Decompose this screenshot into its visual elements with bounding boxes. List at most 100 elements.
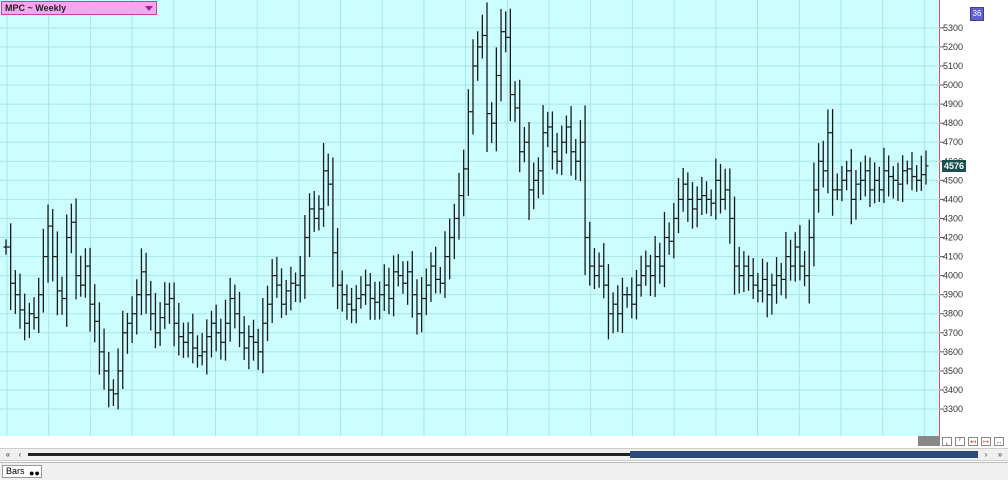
ohlc-bar <box>176 302 182 356</box>
scroll-first-icon[interactable]: « <box>2 449 14 460</box>
y-tick-label: 3600 <box>943 347 963 357</box>
ohlc-bar <box>512 81 518 123</box>
ohlc-bar <box>778 262 784 296</box>
ohlc-bar <box>909 152 915 191</box>
ohlc-bar <box>447 218 453 280</box>
settings-badge-icon[interactable]: 36 <box>970 7 984 21</box>
ohlc-bar <box>783 231 789 299</box>
price-axis: 3300 3400 3500 3600 3700 3800 3900 4000 4100 4200… <box>940 0 1008 436</box>
ohlc-bar <box>816 143 822 213</box>
ohlc-bar <box>475 31 481 81</box>
ohlc-bar <box>405 260 411 305</box>
ohlc-bar <box>419 276 425 333</box>
ohlc-bar <box>531 162 537 210</box>
ohlc-bar <box>732 196 738 295</box>
y-tick-label: 4300 <box>943 213 963 223</box>
ohlc-bar <box>293 272 299 303</box>
ohlc-bar <box>834 173 840 201</box>
time-scrollbar[interactable]: « ‹ › » <box>0 448 1008 461</box>
scroll-thumb[interactable] <box>630 451 978 458</box>
ohlc-bar <box>601 243 607 299</box>
ohlc-bar <box>17 273 23 329</box>
ohlc-bar <box>858 162 864 201</box>
ohlc-bar <box>237 291 243 348</box>
ohlc-bar <box>166 282 172 324</box>
zoom-reset-icon[interactable]: ⌞ <box>942 437 952 446</box>
last-price-badge: 4576 <box>942 159 966 172</box>
ohlc-bar <box>694 186 700 228</box>
ohlc-bar <box>106 352 112 408</box>
ohlc-bar <box>577 120 583 182</box>
chart-title-dropdown[interactable]: MPC ~ Weekly <box>1 1 157 15</box>
y-tick-label: 5300 <box>943 23 963 33</box>
ohlc-bar <box>774 257 780 304</box>
ohlc-bar <box>708 189 714 217</box>
chart-title: MPC ~ Weekly <box>5 3 67 13</box>
ohlc-bar <box>568 106 574 176</box>
ohlc-bar <box>788 239 794 281</box>
ohlc-bar <box>283 279 289 316</box>
scroll-last-icon[interactable]: » <box>994 449 1006 460</box>
scroll-left-icon[interactable]: ‹ <box>14 449 26 460</box>
y-tick-label: 4800 <box>943 118 963 128</box>
dropdown-arrow-icon[interactable] <box>145 6 153 11</box>
ohlc-bar <box>727 168 733 244</box>
ohlc-bar <box>96 302 102 375</box>
ohlc-bar <box>78 255 84 297</box>
ohlc-bar <box>73 198 79 300</box>
ohlc-bar <box>675 177 681 234</box>
ohlc-bar <box>582 105 588 276</box>
ohlc-bar <box>190 313 196 364</box>
pan-left-icon[interactable]: ↤ <box>968 437 978 446</box>
ohlc-bar <box>521 127 527 163</box>
chart-type-tab[interactable]: Bars ●● <box>2 465 42 478</box>
ohlc-bar <box>517 79 523 173</box>
ohlc-bar <box>442 231 448 298</box>
ohlc-bar <box>484 2 490 153</box>
y-tick-label: 3800 <box>943 309 963 319</box>
ohlc-bar <box>8 223 14 311</box>
ohlc-bar <box>736 246 742 294</box>
y-tick-label: 3300 <box>943 404 963 414</box>
ohlc-bar <box>199 332 205 366</box>
ohlc-bar <box>3 239 9 255</box>
expand-icon[interactable]: ↔ <box>994 437 1004 446</box>
ohlc-bar <box>904 160 910 185</box>
y-tick-label: 4000 <box>943 271 963 281</box>
ohlc-bar <box>124 312 130 354</box>
zoom-fit-icon[interactable]: ⌜ <box>955 437 965 446</box>
ohlc-bar <box>367 273 373 320</box>
ohlc-bar <box>629 277 635 319</box>
ohlc-bar <box>50 208 56 282</box>
ohlc-bar <box>844 160 850 191</box>
ohlc-bar <box>746 255 752 291</box>
y-tick-label: 5100 <box>943 61 963 71</box>
price-chart[interactable]: 2023MarMayJulSepNov2024MarMayJulSepNov20… <box>0 0 940 436</box>
chart-window: 2023MarMayJulSepNov2024MarMayJulSepNov20… <box>0 0 1008 480</box>
ohlc-bar <box>414 279 420 335</box>
y-tick-label: 4700 <box>943 137 963 147</box>
ohlc-bar <box>806 219 812 304</box>
ohlc-bar <box>666 222 672 255</box>
ohlc-bar <box>657 242 663 284</box>
ohlc-bar <box>839 165 845 202</box>
ohlc-bar <box>59 276 65 315</box>
y-tick-label: 4100 <box>943 252 963 262</box>
ohlc-bar <box>699 176 705 216</box>
ohlc-bar <box>722 168 728 210</box>
ohlc-bar <box>227 277 233 342</box>
plot-area[interactable]: 2023MarMayJulSepNov2024MarMayJulSepNov20… <box>0 0 940 436</box>
ohlc-bar <box>251 319 257 361</box>
ohlc-bar <box>64 214 70 327</box>
ohlc-bar <box>162 282 168 329</box>
ohlc-bar <box>246 325 252 370</box>
ohlc-bar <box>872 162 878 204</box>
ohlc-bar <box>255 328 261 370</box>
pan-right-icon[interactable]: ↦ <box>981 437 991 446</box>
ohlc-bar <box>470 39 476 135</box>
status-bar: Bars ●● <box>0 462 1008 480</box>
ohlc-bar <box>755 272 761 303</box>
scroll-right-icon[interactable]: › <box>980 449 992 460</box>
ohlc-bar <box>36 277 42 333</box>
ohlc-bar <box>769 273 775 315</box>
